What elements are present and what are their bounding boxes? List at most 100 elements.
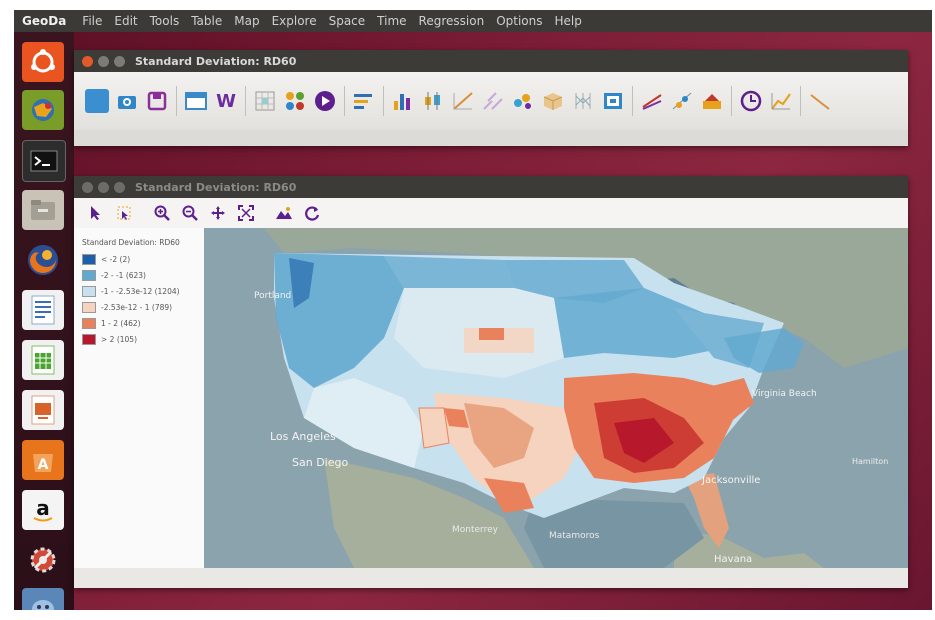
map-toolbar bbox=[74, 198, 908, 228]
select-shape-icon[interactable] bbox=[114, 203, 134, 223]
menu-options[interactable]: Options bbox=[490, 14, 548, 28]
maximize-icon[interactable] bbox=[114, 181, 125, 193]
city-label-havana: Havana bbox=[714, 554, 752, 565]
terminal-icon[interactable] bbox=[22, 140, 66, 182]
maximize-icon[interactable] bbox=[114, 55, 125, 67]
app-name: GeoDa bbox=[22, 14, 67, 28]
svg-text:a: a bbox=[36, 496, 50, 520]
desktop: GeoDa File Edit Tools Table Map Explore … bbox=[14, 10, 932, 610]
choropleth-map[interactable]: Portland Los Angeles San Diego Monterrey… bbox=[204, 228, 908, 568]
scatter-icon[interactable] bbox=[451, 89, 475, 113]
legend-label: < -2 (2) bbox=[101, 255, 131, 264]
city-label-portland: Portland bbox=[254, 291, 291, 301]
legend-swatch bbox=[82, 334, 96, 345]
legend-item[interactable]: > 2 (105) bbox=[82, 334, 137, 345]
writer-icon[interactable] bbox=[22, 290, 64, 330]
city-label-matamoros: Matamoros bbox=[549, 531, 600, 541]
map-window-titlebar: Standard Deviation: RD60 bbox=[74, 176, 908, 198]
time-icon[interactable] bbox=[739, 89, 763, 113]
settings-icon[interactable] bbox=[22, 540, 64, 580]
menu-edit[interactable]: Edit bbox=[108, 14, 143, 28]
main-toolbar: W bbox=[74, 72, 908, 130]
refresh-icon[interactable] bbox=[302, 203, 322, 223]
zoom-out-icon[interactable] bbox=[180, 203, 200, 223]
basemap-icon[interactable] bbox=[274, 203, 294, 223]
correlogram-icon[interactable] bbox=[640, 89, 664, 113]
weights-icon[interactable]: W bbox=[214, 89, 238, 113]
launcher: A a bbox=[14, 32, 74, 610]
legend-swatch bbox=[82, 286, 96, 297]
menu-file[interactable]: File bbox=[76, 14, 108, 28]
regression-icon[interactable] bbox=[808, 89, 832, 113]
legend-panel: Standard Deviation: RD60 < -2 (2) -2 - -… bbox=[74, 228, 204, 568]
menu-table[interactable]: Table bbox=[185, 14, 228, 28]
camera-icon[interactable] bbox=[115, 89, 139, 113]
city-label-hamilton: Hamilton bbox=[852, 457, 888, 466]
table-icon[interactable] bbox=[184, 89, 208, 113]
legend-item[interactable]: 1 - 2 (462) bbox=[82, 318, 141, 329]
menu-map[interactable]: Map bbox=[228, 14, 265, 28]
minimize-icon[interactable] bbox=[98, 55, 109, 67]
minimize-icon[interactable] bbox=[98, 181, 109, 193]
bar-chart-icon[interactable] bbox=[391, 89, 415, 113]
pan-icon[interactable] bbox=[208, 203, 228, 223]
city-label-virginia-beach: Virginia Beach bbox=[752, 389, 817, 399]
lisa-icon[interactable] bbox=[700, 89, 724, 113]
menu-explore[interactable]: Explore bbox=[266, 14, 323, 28]
menu-tools[interactable]: Tools bbox=[144, 14, 186, 28]
files-icon[interactable] bbox=[22, 190, 64, 230]
amazon-icon[interactable]: a bbox=[22, 490, 64, 530]
map-area: Standard Deviation: RD60 < -2 (2) -2 - -… bbox=[74, 228, 908, 568]
city-label-los-angeles: Los Angeles bbox=[270, 430, 336, 443]
ubuntu-dash-icon[interactable] bbox=[22, 42, 64, 82]
legend-swatch bbox=[82, 254, 96, 265]
svg-text:A: A bbox=[38, 457, 49, 473]
legend-item[interactable]: -2.53e-12 - 1 (789) bbox=[82, 302, 172, 313]
legend-item[interactable]: -1 - -2.53e-12 (1204) bbox=[82, 286, 180, 297]
menu-space[interactable]: Space bbox=[323, 14, 372, 28]
legend-item[interactable]: < -2 (2) bbox=[82, 254, 130, 265]
legend-title: Standard Deviation: RD60 bbox=[82, 238, 180, 247]
city-label-monterrey: Monterrey bbox=[452, 525, 499, 535]
legend-label: -2 - -1 (623) bbox=[101, 271, 146, 280]
parallel-icon[interactable] bbox=[571, 89, 595, 113]
geoda-icon[interactable] bbox=[22, 90, 64, 130]
legend-swatch bbox=[82, 270, 96, 281]
legend-swatch bbox=[82, 302, 96, 313]
close-icon[interactable] bbox=[82, 181, 93, 193]
legend-swatch bbox=[82, 318, 96, 329]
save-icon[interactable] bbox=[145, 89, 169, 113]
geoda-db-icon[interactable] bbox=[22, 588, 64, 610]
legend-label: -2.53e-12 - 1 (789) bbox=[101, 303, 173, 312]
zoom-in-icon[interactable] bbox=[152, 203, 172, 223]
menu-time[interactable]: Time bbox=[371, 14, 412, 28]
conditional-icon[interactable] bbox=[601, 89, 625, 113]
cube-icon[interactable] bbox=[541, 89, 565, 113]
select-pointer-icon[interactable] bbox=[86, 203, 106, 223]
status-bar bbox=[74, 568, 908, 588]
toolbar-window-titlebar: Standard Deviation: RD60 bbox=[74, 50, 908, 72]
toolbar-window: Standard Deviation: RD60 W bbox=[74, 50, 908, 146]
trend-icon[interactable] bbox=[769, 89, 793, 113]
calc-icon[interactable] bbox=[22, 340, 64, 380]
open-icon[interactable] bbox=[85, 89, 109, 113]
play-icon[interactable] bbox=[313, 89, 337, 113]
top-menu-bar: GeoDa File Edit Tools Table Map Explore … bbox=[14, 10, 932, 32]
fit-extent-icon[interactable] bbox=[236, 203, 256, 223]
city-label-jacksonville: Jacksonville bbox=[701, 475, 760, 486]
scatter-plugin-icon[interactable] bbox=[283, 89, 307, 113]
firefox-icon[interactable] bbox=[22, 240, 64, 280]
legend-item[interactable]: -2 - -1 (623) bbox=[82, 270, 146, 281]
grid-icon[interactable] bbox=[253, 89, 277, 113]
scatter-matrix-icon[interactable] bbox=[481, 89, 505, 113]
menu-help[interactable]: Help bbox=[549, 14, 588, 28]
box-plot-icon[interactable] bbox=[421, 89, 445, 113]
menu-regression[interactable]: Regression bbox=[413, 14, 491, 28]
impress-icon[interactable] bbox=[22, 390, 64, 430]
software-center-icon[interactable]: A bbox=[22, 440, 64, 480]
histogram-list-icon[interactable] bbox=[352, 89, 376, 113]
bubble-icon[interactable] bbox=[511, 89, 535, 113]
moran-icon[interactable] bbox=[670, 89, 694, 113]
map-window-title: Standard Deviation: RD60 bbox=[135, 180, 297, 194]
close-icon[interactable] bbox=[82, 55, 93, 67]
